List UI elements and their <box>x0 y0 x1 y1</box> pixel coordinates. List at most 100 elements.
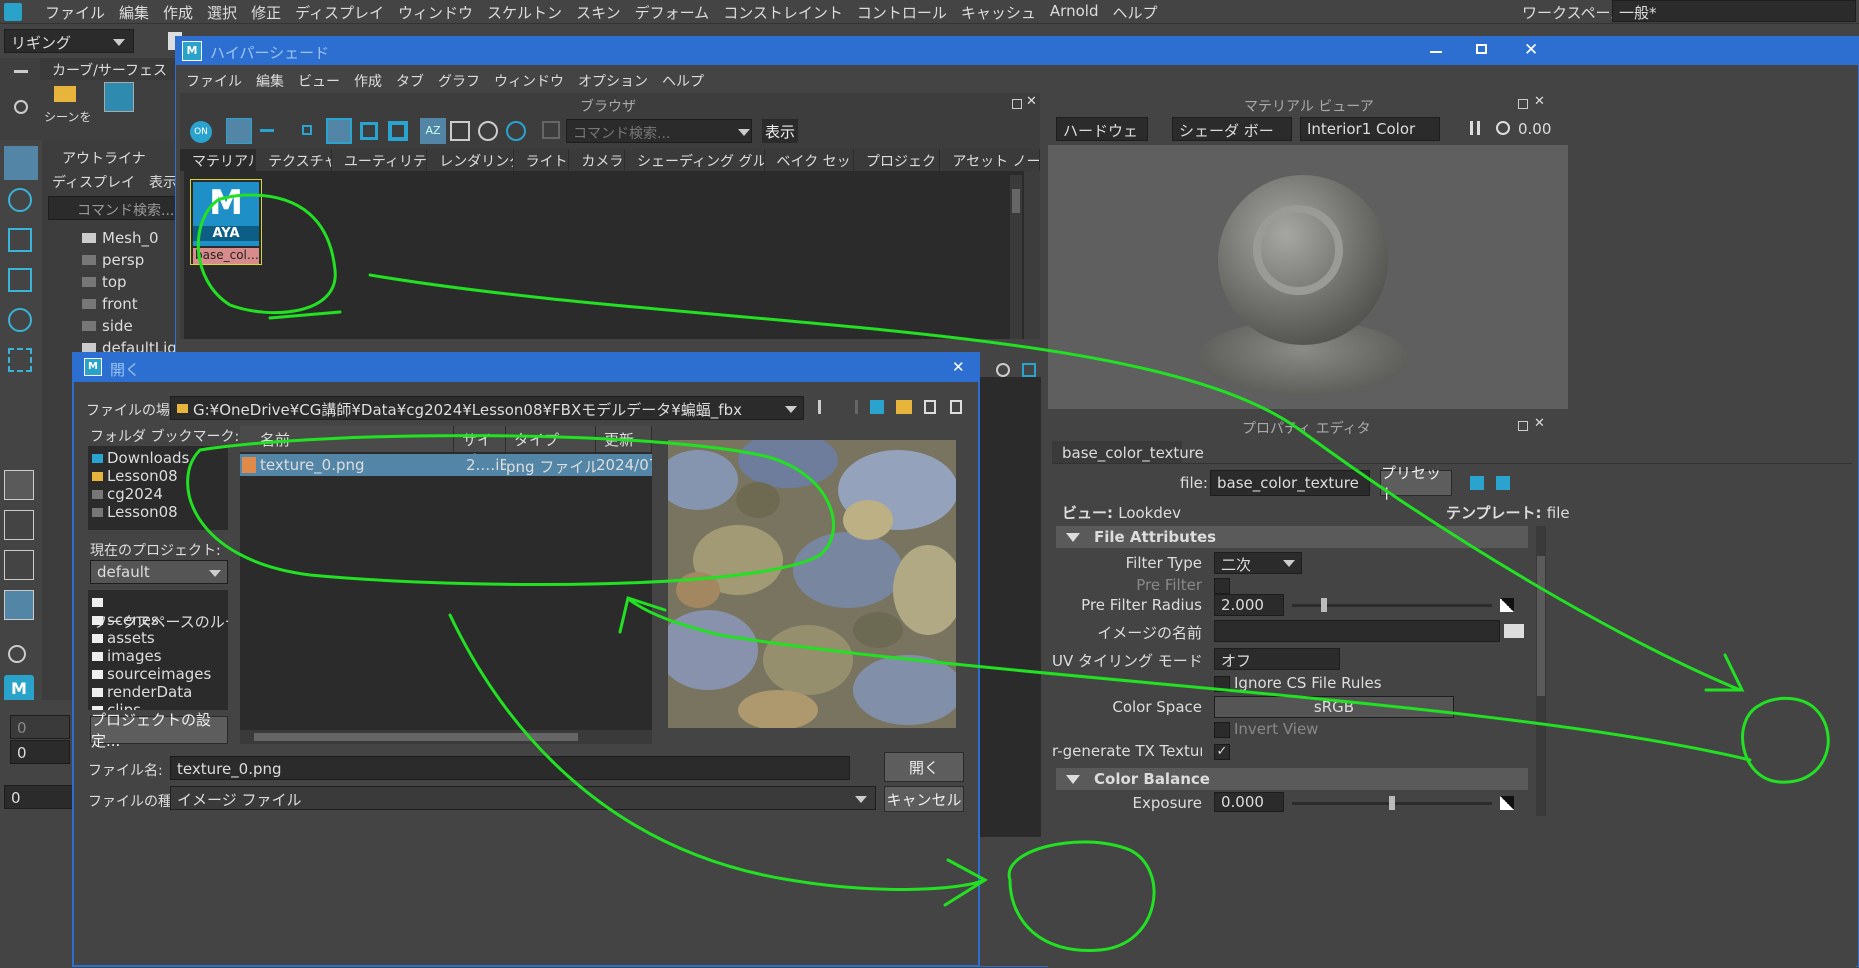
lasso-tool-icon[interactable] <box>8 188 32 212</box>
bookmark-item[interactable]: cg2024 <box>92 484 224 503</box>
on-toggle-icon[interactable]: ON <box>190 121 212 143</box>
search-dropdown-icon[interactable] <box>738 129 750 136</box>
main-menu-item[interactable]: 選択 <box>200 2 244 23</box>
main-menu-item[interactable]: キャッシュ <box>954 2 1043 23</box>
layout-four-icon[interactable] <box>4 510 34 540</box>
main-menu-item[interactable]: スケルトン <box>480 2 569 23</box>
pre-filter-radius-slider-thumb[interactable] <box>1321 598 1328 612</box>
scale-tool-icon[interactable] <box>8 348 32 372</box>
layout-single-icon[interactable] <box>4 470 34 500</box>
browser-tab[interactable]: アセット ノード <box>940 149 1041 171</box>
move-tool-icon[interactable] <box>8 268 32 292</box>
large-swatch-icon[interactable] <box>360 122 378 140</box>
refresh-icon[interactable] <box>506 121 526 141</box>
layout-two-icon[interactable] <box>4 550 34 580</box>
file-list-hscroll-thumb[interactable] <box>254 733 578 741</box>
property-scroll-thumb[interactable] <box>1537 556 1545 696</box>
project-folder-item[interactable]: ワークスペースのルート <box>92 592 228 631</box>
file-node-name-field[interactable]: base_color_texture <box>1210 470 1370 496</box>
hypershade-menu-item[interactable]: オプション <box>578 71 648 91</box>
sort-type-icon[interactable] <box>450 121 470 141</box>
project-folder-item[interactable]: sourceimages <box>92 664 224 683</box>
work-area-frame-icon[interactable] <box>1022 363 1036 377</box>
browser-tab[interactable]: レンダリング <box>427 149 514 171</box>
bookmark-item[interactable]: Lesson08 <box>92 466 224 485</box>
filter-icon[interactable] <box>542 121 560 139</box>
browser-scroll-thumb[interactable] <box>1012 189 1020 213</box>
maximize-icon[interactable] <box>1476 44 1487 54</box>
shelf-menu-icon[interactable] <box>14 70 28 73</box>
hypershade-menu-item[interactable]: タブ <box>396 71 424 91</box>
file-list-hscroll[interactable] <box>240 730 652 744</box>
small-swatch-icon[interactable] <box>302 125 312 135</box>
hypershade-menu-item[interactable]: ヘルプ <box>662 71 704 91</box>
pause-icon[interactable] <box>1470 121 1480 135</box>
main-menu-item[interactable]: 作成 <box>156 2 200 23</box>
file-attributes-header[interactable]: File Attributes <box>1056 526 1528 548</box>
end-frame-field[interactable]: 0 <box>4 785 74 809</box>
exposure-reset-icon[interactable] <box>1496 121 1510 135</box>
outliner-menu-show[interactable]: 表示 <box>149 172 177 192</box>
shader-shape-dropdown[interactable]: シェーダ ボール <box>1172 117 1292 161</box>
browser-tab[interactable]: プロジェクト <box>854 149 941 171</box>
open-dialog-titlebar[interactable]: M 開く ✕ <box>74 354 978 382</box>
select-tool-icon[interactable] <box>4 146 38 180</box>
exposure-slider[interactable] <box>1292 796 1492 810</box>
environment-dropdown[interactable]: Interior1 Color <box>1300 117 1440 141</box>
sort-name-icon[interactable]: AZ <box>420 118 446 144</box>
main-menu-item[interactable]: コンストレイント <box>716 2 850 23</box>
main-menu-item[interactable]: ウィンドウ <box>391 2 480 23</box>
filename-input[interactable]: texture_0.png <box>170 756 850 780</box>
outliner-menu-display[interactable]: ディスプレイ <box>52 172 135 192</box>
shelf-tab-curves[interactable]: カーブ/サーフェス <box>52 60 167 80</box>
tx-checkbox[interactable]: ✓ <box>1214 744 1230 760</box>
uv-tiling-dropdown[interactable]: オフ <box>1214 648 1340 670</box>
property-float-icon[interactable] <box>1518 421 1528 431</box>
dialog-close-icon[interactable]: ✕ <box>952 358 965 376</box>
node-tab[interactable]: base_color_texture <box>1052 441 1204 463</box>
browser-tab[interactable]: マテリアル <box>180 149 257 171</box>
hypershade-menu-item[interactable]: 作成 <box>354 71 382 91</box>
browser-tab[interactable]: テクスチャ <box>256 149 332 171</box>
show-output-icon[interactable] <box>1496 476 1510 490</box>
close-icon[interactable]: ✕ <box>1524 40 1538 60</box>
exposure-field[interactable]: 0.000 <box>1214 792 1284 812</box>
filter-type-dropdown[interactable]: 二次 <box>1214 552 1302 574</box>
outliner-shelf-icon[interactable] <box>104 82 134 112</box>
project-folder-item[interactable]: images <box>92 646 224 665</box>
property-scrollbar[interactable] <box>1536 526 1546 816</box>
view-as-list-icon[interactable] <box>260 129 274 132</box>
browser-float-icon[interactable] <box>1012 99 1022 109</box>
hypershade-menu-item[interactable]: ウィンドウ <box>494 71 564 91</box>
browser-tab[interactable]: シェーディング グループ <box>625 149 765 171</box>
list-view-icon[interactable] <box>924 400 936 414</box>
location-dropdown[interactable]: G:¥OneDrive¥CG講師¥Data¥cg2024¥Lesson08¥FB… <box>170 396 804 420</box>
file-row[interactable]: texture_0.png 2.…iB png ファイル 2024/07/ <box>240 454 652 476</box>
filetype-dropdown[interactable]: イメージ ファイル <box>170 786 876 810</box>
pre-filter-radius-slider[interactable] <box>1292 598 1492 612</box>
column-type[interactable]: タイプ <box>506 426 596 452</box>
browser-tab[interactable]: ベイク セット <box>765 149 854 171</box>
project-settings-button[interactable]: プロジェクトの設定... <box>90 711 228 750</box>
project-dropdown[interactable]: default <box>90 560 228 584</box>
main-menu-item[interactable]: 修正 <box>244 2 288 23</box>
project-folder-item[interactable]: renderData <box>92 682 224 701</box>
outliner-layout-icon[interactable] <box>4 590 34 620</box>
main-menu-item[interactable]: ヘルプ <box>1105 2 1164 23</box>
ignore-cs-checkbox[interactable] <box>1214 676 1230 692</box>
rotate-tool-icon[interactable] <box>8 308 32 332</box>
browser-search-input[interactable]: コマンド検索... <box>566 119 752 143</box>
preset-button[interactable]: プリセット <box>1380 464 1452 503</box>
main-menu-item[interactable]: スキン <box>569 2 628 23</box>
search-icon[interactable] <box>8 645 26 663</box>
browser-close-icon[interactable]: ✕ <box>1026 94 1037 109</box>
browser-tab[interactable]: ライト <box>514 149 570 171</box>
xlarge-swatch-icon[interactable] <box>388 121 408 141</box>
main-menu-item[interactable]: コントロール <box>850 2 954 23</box>
main-menu-item[interactable]: ファイル <box>38 2 112 23</box>
hypershade-menu-item[interactable]: ビュー <box>298 71 340 91</box>
bookmark-item[interactable]: Lesson08 <box>92 502 224 521</box>
material-swatch[interactable]: M AYA base_col… <box>190 179 262 265</box>
invert-view-checkbox[interactable] <box>1214 722 1230 738</box>
main-menu-item[interactable]: ディスプレイ <box>288 2 391 23</box>
